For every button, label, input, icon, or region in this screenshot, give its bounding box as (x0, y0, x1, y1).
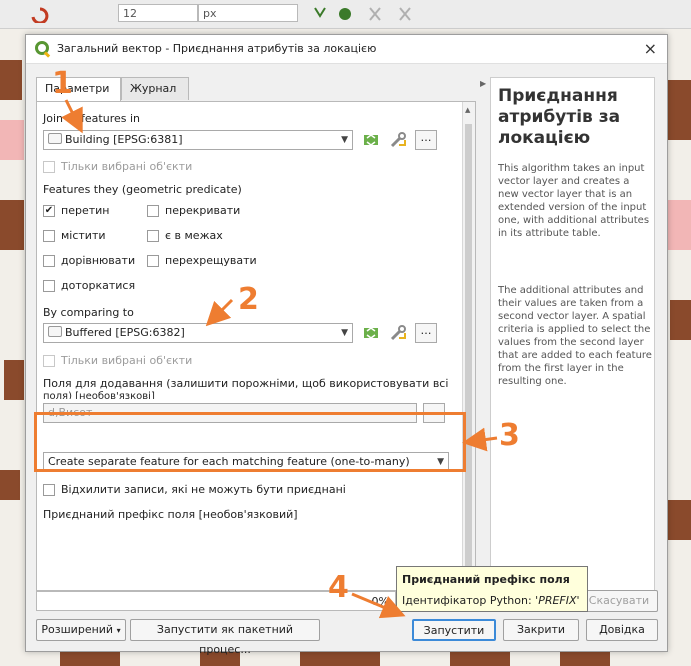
annotation-arrows (61, 99, 498, 619)
